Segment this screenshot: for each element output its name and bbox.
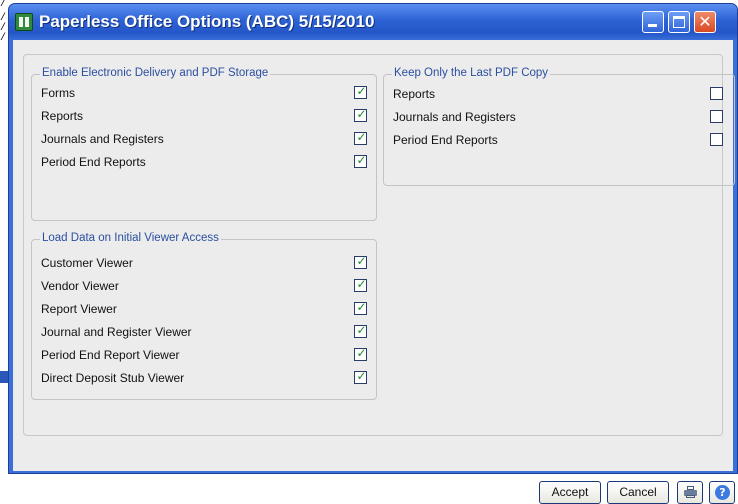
- print-button[interactable]: [677, 481, 703, 504]
- help-button[interactable]: ?: [709, 481, 735, 504]
- printer-icon: [684, 486, 697, 498]
- group-last-pdf-copy: Keep Only the Last PDF Copy Reports Journ…: [383, 67, 735, 186]
- checkmark-icon: ✓: [356, 153, 367, 167]
- option-row-delivery[interactable]: Period End Reports ✓: [41, 153, 367, 173]
- checkmark-icon: ✓: [356, 107, 367, 121]
- option-row-viewer[interactable]: Direct Deposit Stub Viewer ✓: [41, 369, 367, 389]
- option-checkbox[interactable]: [710, 133, 723, 146]
- option-row-lastcopy[interactable]: Period End Reports: [393, 131, 723, 151]
- option-label: Vendor Viewer: [41, 279, 119, 293]
- group-title-electronic-delivery: Enable Electronic Delivery and PDF Stora…: [40, 67, 271, 79]
- group-viewer-access: Load Data on Initial Viewer Access Custo…: [31, 232, 377, 400]
- background-text-fragment: /: [0, 33, 7, 44]
- close-icon: ✕: [698, 12, 712, 31]
- maximize-button[interactable]: [668, 11, 690, 33]
- option-checkbox[interactable]: ✓: [354, 300, 367, 315]
- checkmark-icon: ✓: [356, 300, 367, 314]
- option-label: Report Viewer: [41, 302, 117, 316]
- option-row-viewer[interactable]: Period End Report Viewer ✓: [41, 346, 367, 366]
- option-label: Forms: [41, 86, 75, 100]
- option-row-viewer[interactable]: Journal and Register Viewer ✓: [41, 323, 367, 343]
- option-label: Period End Reports: [41, 155, 146, 169]
- help-icon: ?: [715, 485, 730, 500]
- checkmark-icon: ✓: [356, 84, 367, 98]
- minimize-icon: [648, 24, 657, 27]
- maximize-icon: [673, 16, 685, 28]
- background-text-fragment: /: [0, 0, 7, 10]
- cancel-button-label: Cancel: [619, 485, 657, 499]
- checkmark-icon: ✓: [356, 130, 367, 144]
- option-checkbox[interactable]: ✓: [354, 153, 367, 168]
- option-row-delivery[interactable]: Reports ✓: [41, 107, 367, 127]
- option-row-viewer[interactable]: Report Viewer ✓: [41, 300, 367, 320]
- option-label: Reports: [393, 87, 436, 101]
- close-button[interactable]: ✕: [694, 11, 716, 33]
- option-label: Period End Report Viewer: [41, 348, 180, 362]
- checkmark-icon: ✓: [356, 323, 367, 337]
- option-row-lastcopy[interactable]: Journals and Registers: [393, 108, 723, 128]
- option-row-lastcopy[interactable]: Reports: [393, 85, 723, 105]
- option-checkbox[interactable]: [710, 87, 723, 100]
- accept-button-label: Accept: [551, 485, 589, 499]
- title-bar[interactable]: Paperless Office Options (ABC) 5/15/2010…: [9, 4, 737, 40]
- option-checkbox[interactable]: ✓: [354, 84, 367, 99]
- group-title-viewer-access: Load Data on Initial Viewer Access: [40, 232, 221, 244]
- checkmark-icon: ✓: [356, 369, 367, 383]
- option-row-delivery[interactable]: Forms ✓: [41, 84, 367, 104]
- option-checkbox[interactable]: ✓: [354, 369, 367, 384]
- option-checkbox[interactable]: ✓: [354, 254, 367, 269]
- accept-button[interactable]: Accept: [539, 481, 601, 504]
- checkmark-icon: ✓: [356, 346, 367, 360]
- option-label: Customer Viewer: [41, 256, 133, 270]
- option-checkbox[interactable]: ✓: [354, 277, 367, 292]
- minimize-button[interactable]: [642, 11, 664, 33]
- option-row-delivery[interactable]: Journals and Registers ✓: [41, 130, 367, 150]
- option-checkbox[interactable]: ✓: [354, 130, 367, 145]
- option-label: Period End Reports: [393, 133, 498, 147]
- option-checkbox[interactable]: ✓: [354, 323, 367, 338]
- option-label: Journals and Registers: [41, 132, 164, 146]
- group-title-last-pdf-copy: Keep Only the Last PDF Copy: [392, 67, 551, 79]
- option-label: Direct Deposit Stub Viewer: [41, 371, 185, 385]
- group-electronic-delivery: Enable Electronic Delivery and PDF Stora…: [31, 67, 377, 221]
- option-label: Journals and Registers: [393, 110, 516, 124]
- dialog-client-area: Enable Electronic Delivery and PDF Stora…: [13, 40, 735, 504]
- option-row-viewer[interactable]: Customer Viewer ✓: [41, 254, 367, 274]
- option-label: Journal and Register Viewer: [41, 325, 192, 339]
- cancel-button[interactable]: Cancel: [607, 481, 669, 504]
- app-icon: [15, 13, 33, 31]
- checkmark-icon: ✓: [356, 254, 367, 268]
- paperless-office-options-dialog: Paperless Office Options (ABC) 5/15/2010…: [8, 3, 738, 504]
- option-row-viewer[interactable]: Vendor Viewer ✓: [41, 277, 367, 297]
- option-checkbox[interactable]: ✓: [354, 107, 367, 122]
- option-checkbox[interactable]: [710, 110, 723, 123]
- option-checkbox[interactable]: ✓: [354, 346, 367, 361]
- checkmark-icon: ✓: [356, 277, 367, 291]
- window-title: Paperless Office Options (ABC) 5/15/2010: [39, 12, 375, 31]
- option-label: Reports: [41, 109, 84, 123]
